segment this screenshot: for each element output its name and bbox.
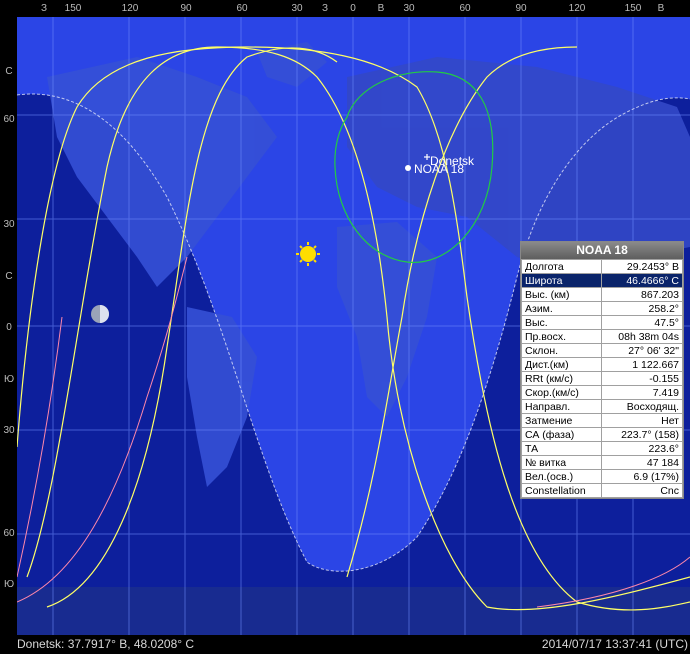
top-tick: В [377,3,385,14]
info-value: Восходящ. [601,399,683,414]
info-label: № витка [520,455,603,470]
top-tick: З [321,3,329,14]
left-tick: Ю [3,374,15,385]
satellite-info-panel[interactable]: NOAA 18 Долгота 29.2453° В Широта 46.4666° … [520,241,684,499]
moon-icon [91,305,109,323]
left-tick: 30 [3,425,15,436]
info-value: 258.2° [601,301,683,316]
info-label: ТА [520,441,603,456]
left-tick: 60 [3,528,15,539]
info-value: 27° 06' 32" [601,343,683,358]
info-label: Вел.(осв.) [520,469,603,484]
info-value: 46.4666° С [601,273,683,288]
top-tick: В [657,3,665,14]
info-row[interactable]: Дист.(км) 1 122.667 [520,357,683,372]
info-label: Направл. [520,399,603,414]
info-label: RRt (км/с) [520,371,603,386]
info-label: Выс. (км) [520,287,603,302]
top-tick: 120 [568,3,586,14]
top-tick: 120 [121,3,139,14]
top-tick: 60 [459,3,471,14]
top-tick: 30 [291,3,303,14]
info-value: 08h 38m 04s [601,329,683,344]
info-row[interactable]: № витка 47 184 [520,455,683,470]
info-label: Широта [520,273,603,288]
info-label: Выс. [520,315,603,330]
left-tick: 30 [3,219,15,230]
info-value: 7.419 [601,385,683,400]
info-row[interactable]: RRt (км/с) -0.155 [520,371,683,386]
info-value: 29.2453° В [601,259,683,274]
info-row[interactable]: Constellation Cnc [520,483,683,498]
info-row[interactable]: Скор.(км/с) 7.419 [520,385,683,400]
top-tick: 30 [403,3,415,14]
left-tick: С [5,66,13,77]
left-tick: 0 [6,322,12,333]
info-value: 223.6° [601,441,683,456]
info-label: Дист.(км) [520,357,603,372]
status-bar: Donetsk: 37.7917° В, 48.0208° С 2014/07/… [0,635,690,654]
info-row[interactable]: Пр.восх. 08h 38m 04s [520,329,683,344]
info-row[interactable]: Направл. Восходящ. [520,399,683,414]
top-tick: 90 [180,3,192,14]
info-label: Пр.восх. [520,329,603,344]
top-tick: 0 [350,3,356,14]
info-row[interactable]: ТА 223.6° [520,441,683,456]
info-value: 6.9 (17%) [601,469,683,484]
info-row[interactable]: Выс. (км) 867.203 [520,287,683,302]
top-tick: 90 [515,3,527,14]
info-label: Затмение [520,413,603,428]
left-tick: С [5,271,13,282]
top-tick: З [40,3,48,14]
top-tick: 60 [236,3,248,14]
info-row[interactable]: СА (фаза) 223.7° (158) [520,427,683,442]
info-value: 47.5° [601,315,683,330]
info-label: Склон. [520,343,603,358]
info-label: СА (фаза) [520,427,603,442]
info-row[interactable]: Склон. 27° 06' 32" [520,343,683,358]
info-row[interactable]: Долгота 29.2453° В [520,259,683,274]
current-datetime: 2014/07/17 13:37:41 (UTC) [541,637,688,651]
info-value: 47 184 [601,455,683,470]
info-value: Cnc [601,483,683,498]
info-value: 1 122.667 [601,357,683,372]
top-tick: 150 [624,3,642,14]
satellite-tracker-window: Donetsk NOAA 18 З 150 120 90 60 30 З 0 В… [0,0,690,654]
info-row[interactable]: Вел.(осв.) 6.9 (17%) [520,469,683,484]
info-row[interactable]: Затмение Нет [520,413,683,428]
info-label: Скор.(км/с) [520,385,603,400]
info-value: 867.203 [601,287,683,302]
observer-location: Donetsk: 37.7917° В, 48.0208° С [17,637,195,651]
top-tick: 150 [64,3,82,14]
satellite-label[interactable]: NOAA 18 [414,162,464,176]
info-value: 223.7° (158) [601,427,683,442]
info-value: Нет [601,413,683,428]
info-label: Азим. [520,301,603,316]
satellite-marker-icon[interactable] [405,165,411,171]
left-tick: Ю [3,579,15,590]
info-row[interactable]: Выс. 47.5° [520,315,683,330]
info-row[interactable]: Широта 46.4666° С [520,273,683,288]
info-value: -0.155 [601,371,683,386]
info-row[interactable]: Азим. 258.2° [520,301,683,316]
info-label: Constellation [520,483,603,498]
satellite-info-table: Долгота 29.2453° В Широта 46.4666° С Выс. (к… [520,259,683,498]
panel-title: NOAA 18 [521,242,683,259]
info-label: Долгота [520,259,603,274]
left-tick: 60 [3,114,15,125]
